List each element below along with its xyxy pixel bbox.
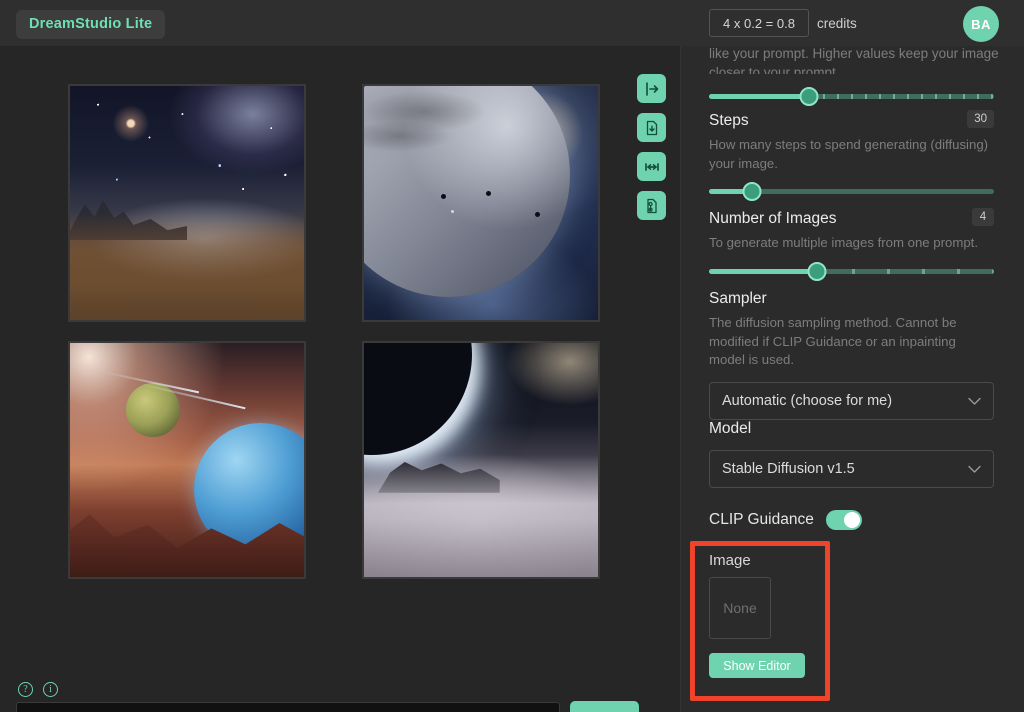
credits-label: credits <box>817 16 857 31</box>
help-icon[interactable]: ? <box>18 682 33 697</box>
model-section: Model Stable Diffusion v1.5 <box>709 420 994 488</box>
image-section-title: Image <box>709 552 751 569</box>
model-select[interactable]: Stable Diffusion v1.5 <box>709 450 994 488</box>
dream-button[interactable]: Dream <box>570 701 639 712</box>
download-icon-button[interactable] <box>637 113 666 142</box>
slider-fill <box>709 94 809 99</box>
send-to-icon <box>645 81 658 96</box>
sampler-select[interactable]: Automatic (choose for me) <box>709 381 994 420</box>
clip-guidance-section: CLIP Guidance <box>709 510 994 530</box>
number-of-images-value: 4 <box>972 208 994 226</box>
file-settings-icon <box>646 198 657 213</box>
image-dropzone[interactable]: None <box>709 577 771 639</box>
slider-ticks <box>808 94 994 99</box>
image-canvas: ? i A dream of a distant galaxy, concept… <box>0 46 680 712</box>
sampler-section: Sampler The diffusion sampling method. C… <box>709 290 994 420</box>
image-grid <box>68 84 606 579</box>
cfg-scale-description: like your prompt. Higher values keep you… <box>709 46 999 74</box>
crescent-planet-shape <box>364 343 472 456</box>
model-selected-value: Stable Diffusion v1.5 <box>722 461 855 477</box>
generated-image-3[interactable] <box>68 341 306 579</box>
sampler-selected-value: Automatic (choose for me) <box>722 392 893 409</box>
toggle-knob <box>843 512 860 528</box>
steps-value: 30 <box>967 110 994 128</box>
generated-image-2[interactable] <box>362 84 600 322</box>
steps-title: Steps <box>709 112 749 129</box>
number-of-images-title: Number of Images <box>709 210 837 227</box>
chevron-down-icon <box>968 397 981 405</box>
dreamstudio-app: DreamStudio Lite 4 x 0.2 = 0.8 credits B… <box>0 0 1024 712</box>
number-of-images-slider[interactable] <box>709 261 994 281</box>
info-icon[interactable]: i <box>43 682 58 697</box>
collapse-icon <box>644 162 659 171</box>
planet-shape <box>364 86 571 297</box>
number-of-images-description: To generate multiple images from one pro… <box>709 235 979 250</box>
slider-thumb[interactable] <box>799 87 819 106</box>
download-icon <box>646 120 657 135</box>
number-of-images-section: Number of Images 4 To generate multiple … <box>709 208 994 281</box>
image-section: Image None Show Editor <box>709 552 815 678</box>
avatar[interactable]: BA <box>963 6 999 42</box>
generated-image-1[interactable] <box>68 84 306 322</box>
brand-logo[interactable]: DreamStudio Lite <box>16 10 166 39</box>
canvas-tool-strip <box>637 74 666 230</box>
clip-guidance-label: CLIP Guidance <box>709 511 814 528</box>
send-to-icon-button[interactable] <box>637 74 666 103</box>
sampler-description: The diffusion sampling method. Cannot be… <box>709 315 957 367</box>
starfield <box>70 86 304 320</box>
top-bar: DreamStudio Lite 4 x 0.2 = 0.8 credits B… <box>0 0 1024 46</box>
clip-guidance-toggle[interactable] <box>825 510 862 530</box>
slider-thumb[interactable] <box>807 261 827 281</box>
credits-cost-box: 4 x 0.2 = 0.8 <box>709 9 809 37</box>
steps-description: How many steps to spend generating (diff… <box>709 137 989 171</box>
collapse-icon-button[interactable] <box>637 152 666 181</box>
prompt-input[interactable]: A dream of a distant galaxy, concept art… <box>16 702 560 712</box>
mist-layer <box>364 455 598 577</box>
sampler-title: Sampler <box>709 290 767 307</box>
steps-section: Steps 30 How many steps to spend generat… <box>709 110 994 201</box>
prompt-helper-icons: ? i <box>18 682 58 697</box>
steps-slider[interactable] <box>709 182 994 201</box>
slider-ticks <box>817 268 994 274</box>
slider-fill <box>709 268 818 274</box>
show-editor-button[interactable]: Show Editor <box>709 653 805 678</box>
cfg-scale-slider[interactable] <box>709 87 994 106</box>
file-settings-icon-button[interactable] <box>637 191 666 220</box>
slider-thumb[interactable] <box>742 182 762 201</box>
generated-image-4[interactable] <box>362 341 600 579</box>
cfg-scale-slider-section <box>709 78 994 106</box>
chevron-down-icon <box>968 465 981 473</box>
model-title: Model <box>709 420 752 437</box>
